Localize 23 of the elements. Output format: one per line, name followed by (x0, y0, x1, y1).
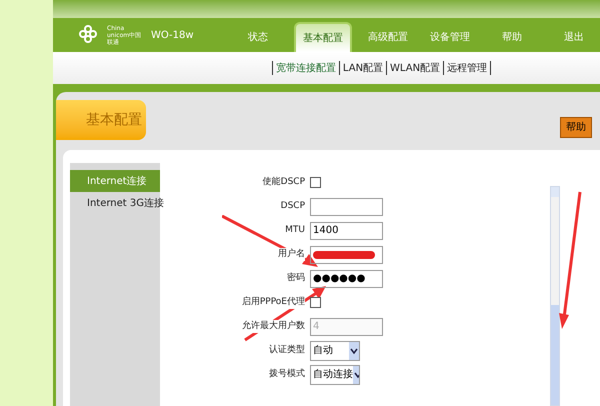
checkbox[interactable] (310, 177, 321, 188)
input-field[interactable] (310, 198, 383, 216)
field-label: 用户名 (278, 248, 305, 262)
dropdown[interactable]: 自动 (310, 340, 360, 360)
input-field[interactable]: ●●●●●● (310, 270, 383, 288)
chevron-down-icon (349, 342, 359, 360)
model-name: WO-18w (151, 28, 194, 42)
nav-tab[interactable]: 基本配置 (294, 22, 352, 52)
input-field[interactable] (310, 246, 383, 264)
dropdown[interactable]: 自动连接 (310, 364, 360, 384)
subnav-link[interactable]: LAN配置 (342, 60, 384, 76)
help-button[interactable]: 帮助 (560, 117, 592, 138)
redaction-mark (313, 250, 375, 258)
logo-icon (77, 24, 99, 46)
subnav-link[interactable]: WLAN配置 (390, 60, 440, 76)
field-label: 启用PPPoE代理 (242, 296, 305, 310)
subnav-link[interactable]: 宽带连接配置 (276, 60, 336, 76)
checkbox[interactable] (310, 297, 321, 308)
section-title: 基本配置 (56, 100, 146, 140)
input-field[interactable]: 1400 (310, 222, 383, 240)
field-label: 允许最大用户数 (242, 320, 305, 334)
subnav-link[interactable]: 远程管理 (447, 60, 488, 76)
chevron-down-icon (353, 366, 359, 384)
